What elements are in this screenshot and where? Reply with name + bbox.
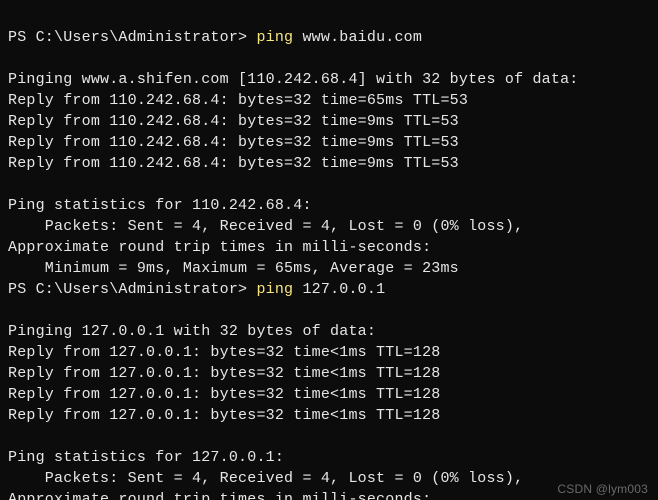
- output-stats-rtt-1: Approximate round trip times in milli-se…: [8, 239, 431, 256]
- command-ping-2: ping: [256, 281, 293, 298]
- output-reply-1-2: Reply from 110.242.68.4: bytes=32 time=9…: [8, 113, 459, 130]
- watermark-text: CSDN @lym003: [557, 482, 648, 496]
- output-header-1: Pinging www.a.shifen.com [110.242.68.4] …: [8, 71, 579, 88]
- output-header-2: Pinging 127.0.0.1 with 32 bytes of data:: [8, 323, 376, 340]
- output-reply-1-1: Reply from 110.242.68.4: bytes=32 time=6…: [8, 92, 468, 109]
- command-ping-1: ping: [256, 29, 293, 46]
- command-args-1: www.baidu.com: [293, 29, 422, 46]
- output-stats-packets-1: Packets: Sent = 4, Received = 4, Lost = …: [8, 218, 523, 235]
- ps-prompt-1: PS C:\Users\Administrator>: [8, 29, 256, 46]
- command-args-2: 127.0.0.1: [293, 281, 385, 298]
- output-reply-1-4: Reply from 110.242.68.4: bytes=32 time=9…: [8, 155, 459, 172]
- output-stats-hdr-2: Ping statistics for 127.0.0.1:: [8, 449, 284, 466]
- output-reply-1-3: Reply from 110.242.68.4: bytes=32 time=9…: [8, 134, 459, 151]
- output-stats-rtt-2: Approximate round trip times in milli-se…: [8, 491, 431, 500]
- output-reply-2-3: Reply from 127.0.0.1: bytes=32 time<1ms …: [8, 386, 440, 403]
- output-stats-packets-2: Packets: Sent = 4, Received = 4, Lost = …: [8, 470, 523, 487]
- output-stats-minmax-1: Minimum = 9ms, Maximum = 65ms, Average =…: [8, 260, 459, 277]
- output-reply-2-4: Reply from 127.0.0.1: bytes=32 time<1ms …: [8, 407, 440, 424]
- terminal-window[interactable]: PS C:\Users\Administrator> ping www.baid…: [0, 0, 658, 500]
- output-reply-2-1: Reply from 127.0.0.1: bytes=32 time<1ms …: [8, 344, 440, 361]
- ps-prompt-2: PS C:\Users\Administrator>: [8, 281, 256, 298]
- output-reply-2-2: Reply from 127.0.0.1: bytes=32 time<1ms …: [8, 365, 440, 382]
- output-stats-hdr-1: Ping statistics for 110.242.68.4:: [8, 197, 312, 214]
